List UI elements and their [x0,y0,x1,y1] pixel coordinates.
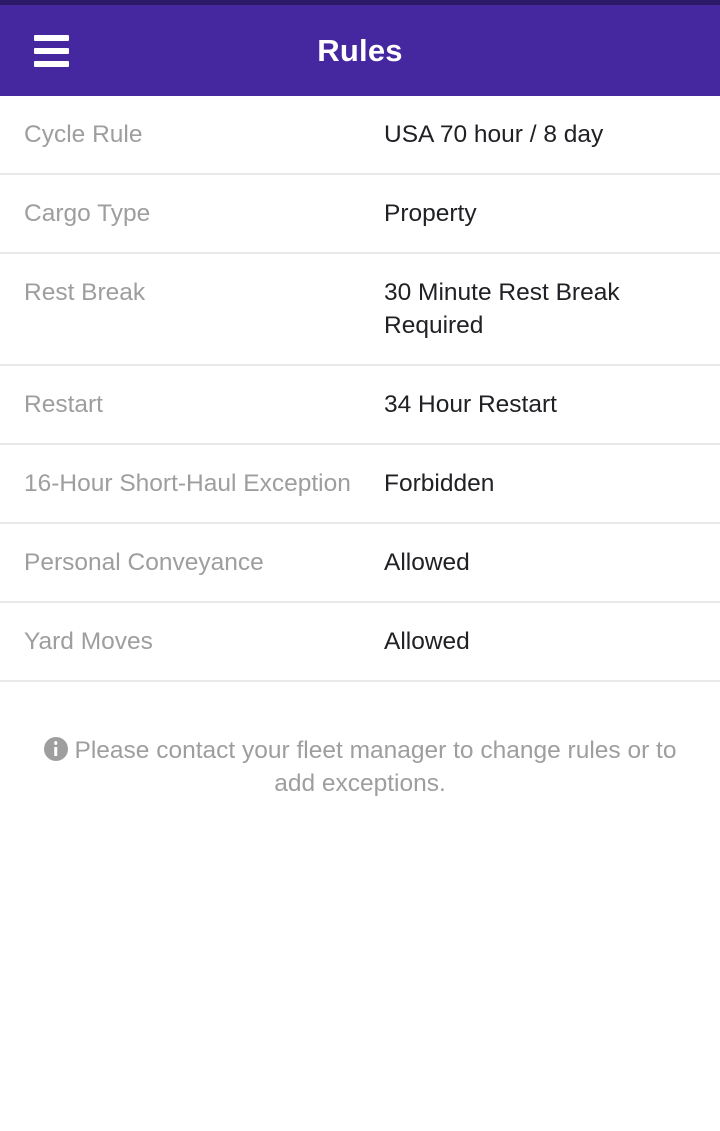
rule-value: Forbidden [384,470,495,497]
rule-label: Restart [24,391,103,418]
hamburger-bar-middle [33,47,69,54]
rule-value: 34 Hour Restart [384,391,557,418]
rule-label: Yard Moves [24,628,153,655]
info-circle-icon [43,737,68,761]
rule-label: 16-Hour Short-Haul Exception [24,470,351,497]
table-row[interactable]: 16-Hour Short-Haul Exception Forbidden [0,445,720,524]
app-bar: Rules [0,5,720,96]
table-row[interactable]: Yard Moves Allowed [0,603,720,682]
rule-label: Cycle Rule [24,121,143,148]
rule-value: Allowed [384,549,470,576]
rule-value: Allowed [384,628,470,655]
rules-list: Cycle Rule USA 70 hour / 8 day Cargo Typ… [0,96,720,682]
table-row[interactable]: Rest Break 30 Minute Rest Break Required [0,254,720,366]
rule-label: Personal Conveyance [24,549,264,576]
rule-value: USA 70 hour / 8 day [384,121,604,148]
hamburger-bar-top [33,34,69,41]
rule-value: 30 Minute Rest Break Required [384,279,620,339]
footer-note: Please contact your fleet manager to cha… [0,682,720,800]
rules-screen: Rules Cycle Rule USA 70 hour / 8 day Car… [0,0,720,1131]
page-title: Rules [317,32,403,68]
footer-note-text: Please contact your fleet manager to cha… [74,737,677,797]
rule-label: Rest Break [24,279,146,306]
rule-value: Property [384,200,477,227]
table-row[interactable]: Cargo Type Property [0,175,720,254]
rule-label: Cargo Type [24,200,151,227]
hamburger-bar-bottom [33,60,69,67]
table-row[interactable]: Cycle Rule USA 70 hour / 8 day [0,96,720,175]
hamburger-menu-icon[interactable] [22,28,80,74]
table-row[interactable]: Personal Conveyance Allowed [0,524,720,603]
table-row[interactable]: Restart 34 Hour Restart [0,366,720,445]
